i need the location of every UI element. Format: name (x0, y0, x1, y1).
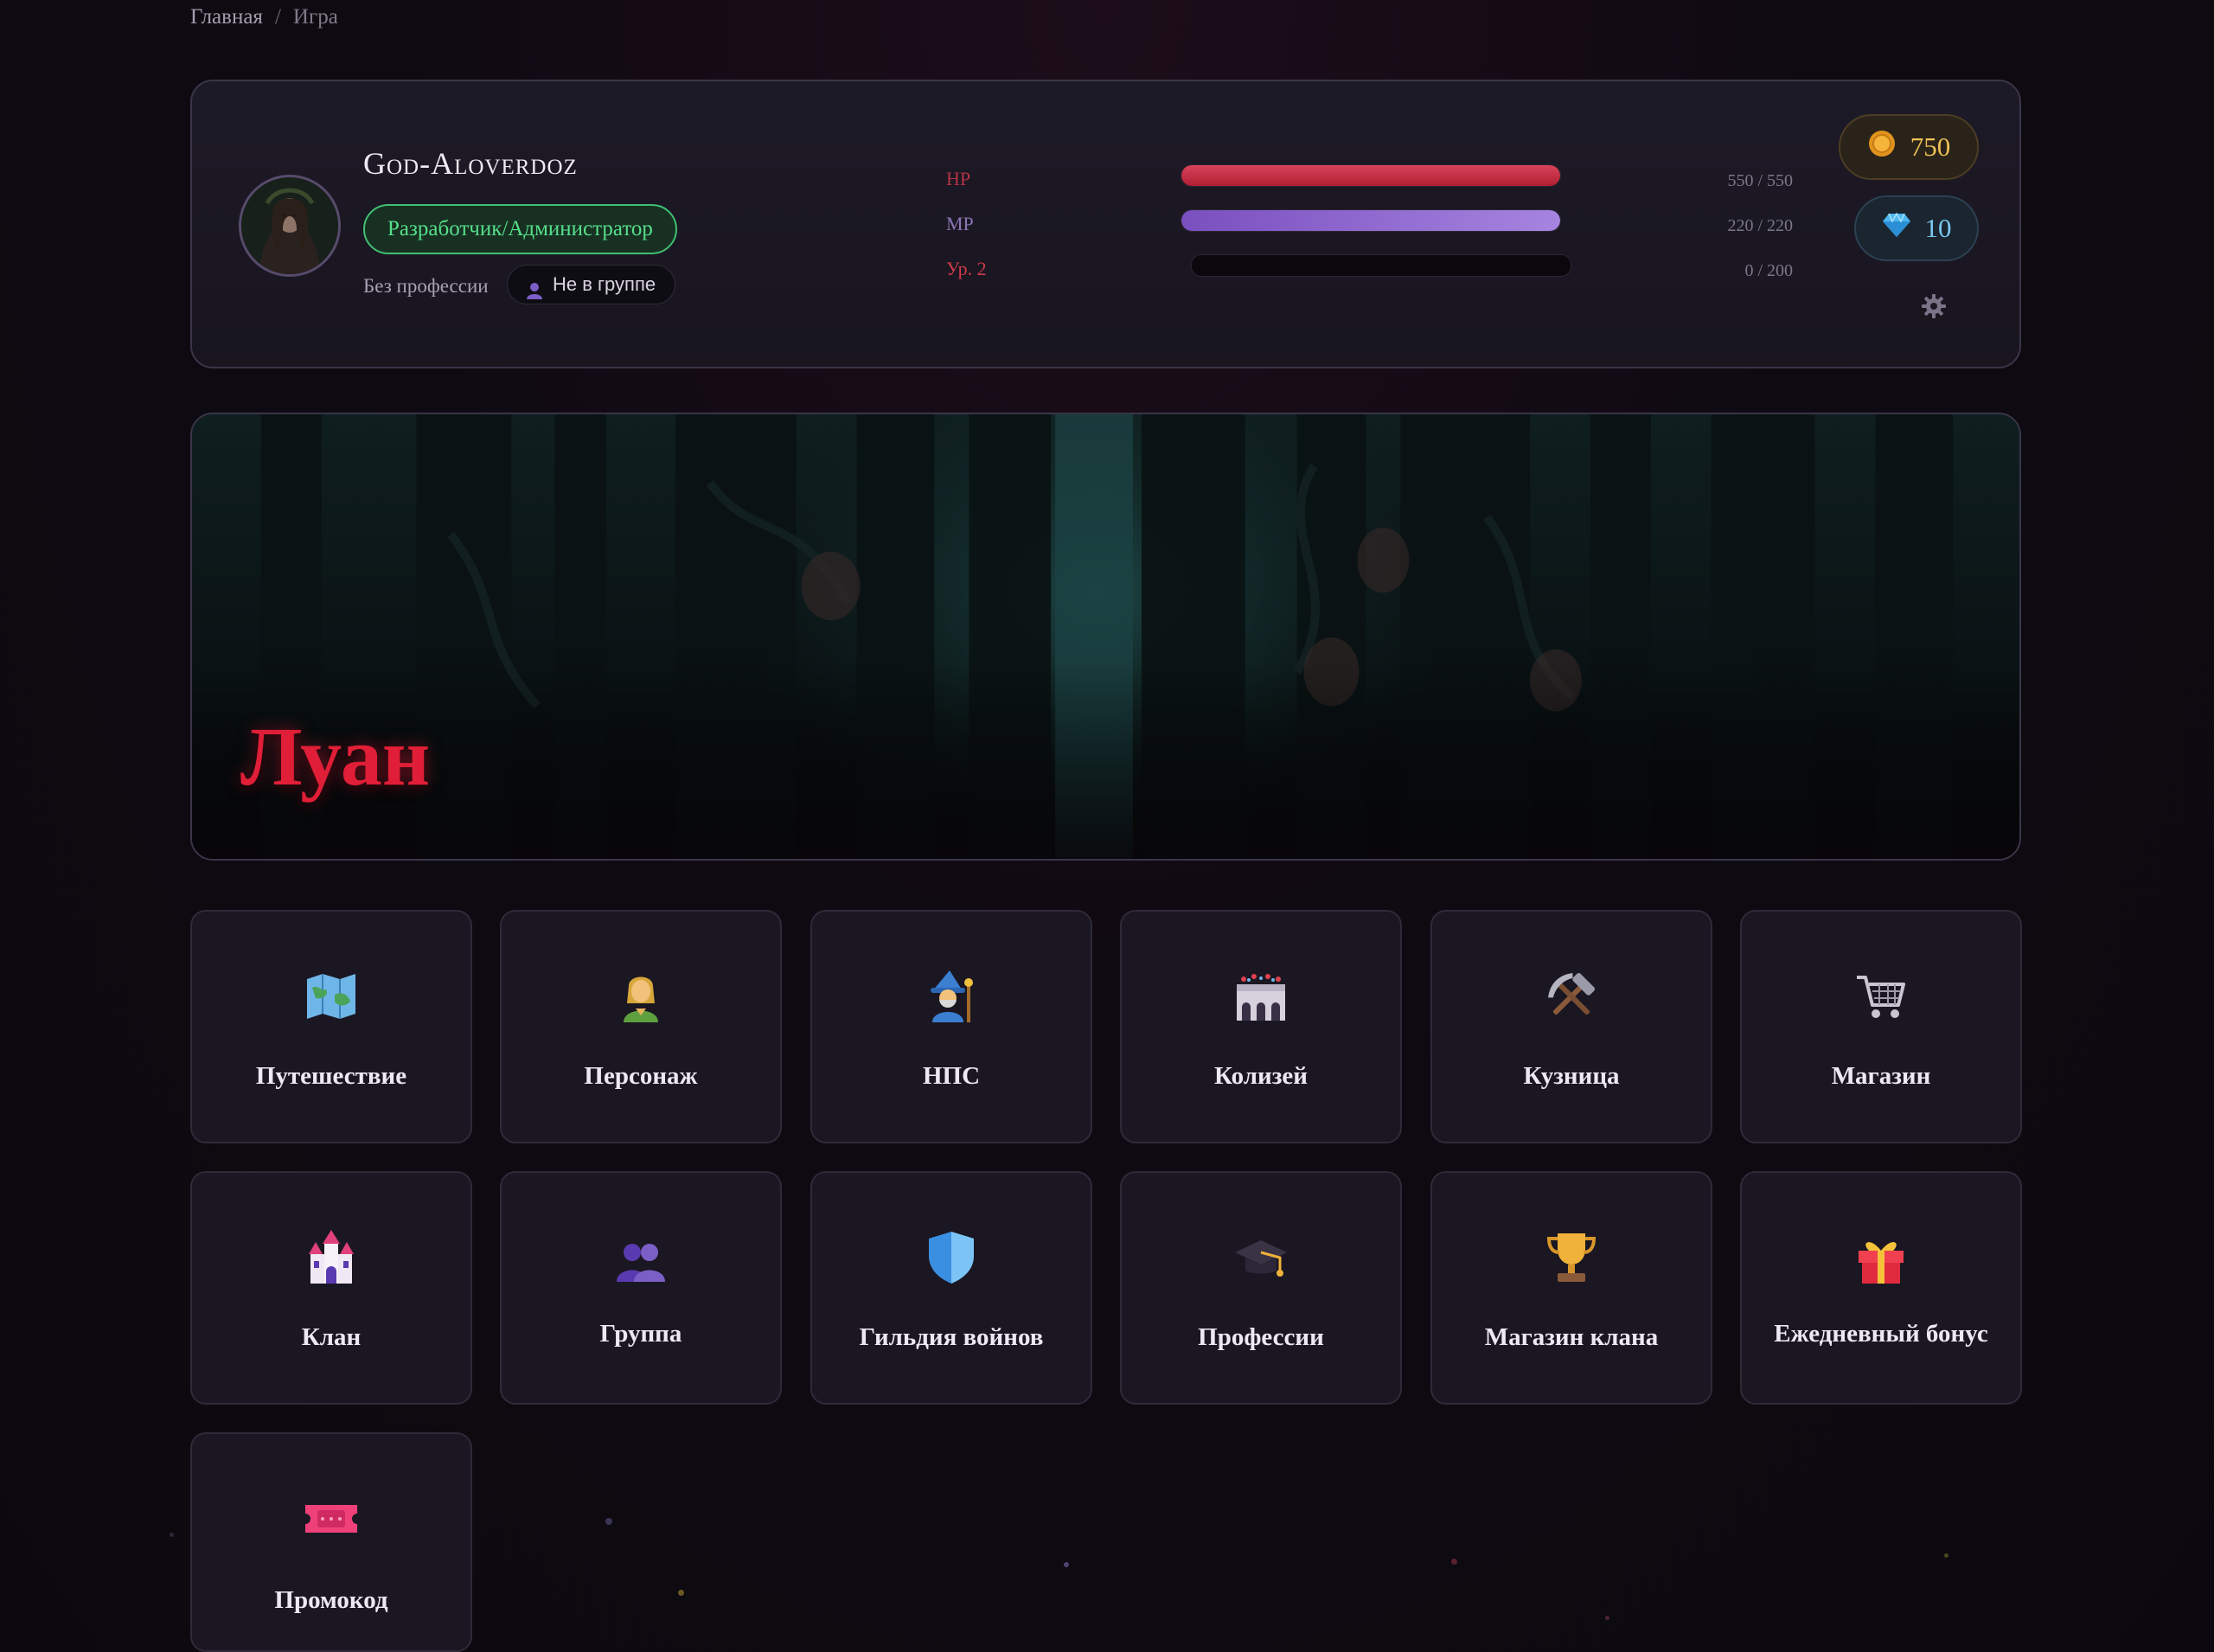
group-status-label: Не в группе (553, 273, 656, 295)
hp-bar (1181, 164, 1561, 187)
menu-tile-label: Персонаж (584, 1062, 698, 1090)
menu-tile-professions[interactable]: Профессии (1120, 1171, 1402, 1405)
menu-tile-character[interactable]: Персонаж (500, 910, 782, 1143)
hammer-pick-icon (1544, 969, 1599, 1024)
menu-tile-label: Группа (599, 1320, 682, 1348)
gold-balance[interactable]: 750 (1839, 114, 1979, 180)
menu-tile-label: Колизей (1214, 1062, 1308, 1090)
person-icon (525, 275, 544, 299)
shield-icon (924, 1230, 979, 1285)
menu-tile-label: Ежедневный бонус (1774, 1320, 1988, 1348)
map-icon (304, 969, 359, 1024)
character-icon (613, 969, 669, 1024)
menu-tile-label: Путешествие (255, 1062, 407, 1090)
menu-tile-npc[interactable]: НПС (810, 910, 1092, 1143)
colosseum-icon (1233, 969, 1289, 1024)
menu-tile-forge[interactable]: Кузница (1430, 910, 1712, 1143)
menu-tile-group[interactable]: Группа (500, 1171, 782, 1405)
hp-bar-fill (1181, 165, 1560, 186)
level-label: Ур. 2 (946, 258, 987, 279)
gem-icon (1882, 212, 1911, 245)
gem-balance[interactable]: 10 (1854, 195, 1979, 261)
sparkle (605, 1518, 612, 1525)
coin-icon (1867, 129, 1897, 165)
forest-scene-image (192, 414, 2019, 859)
sparkle (170, 1533, 174, 1537)
menu-tile-clan-shop[interactable]: Магазин клана (1430, 1171, 1712, 1405)
menu-tile-clan[interactable]: Клан (190, 1171, 472, 1405)
castle-icon (304, 1230, 359, 1285)
settings-gear-icon[interactable] (1921, 293, 1947, 319)
sparkle (1064, 1562, 1069, 1567)
group-icon (613, 1230, 669, 1285)
player-name: God-Aloverdoz (363, 146, 578, 181)
gold-amount: 750 (1910, 131, 1951, 162)
breadcrumb-current: Игра (292, 5, 338, 29)
menu-tile-travel[interactable]: Путешествие (190, 910, 472, 1143)
menu-tile-label: Кузница (1523, 1062, 1620, 1090)
hp-value: 550 / 550 (1727, 171, 1793, 190)
xp-value: 0 / 200 (1744, 261, 1793, 280)
hp-label: HP (946, 168, 971, 189)
menu-tile-promo-code[interactable]: Промокод (190, 1432, 472, 1652)
breadcrumb-home-link[interactable]: Главная (190, 5, 263, 29)
location-banner: Луан (190, 413, 2021, 861)
breadcrumb: Главная / Игра (190, 5, 338, 29)
menu-tile-label: Гильдия войнов (859, 1323, 1044, 1351)
menu-tile-label: Магазин (1831, 1062, 1931, 1090)
menu-tile-shop[interactable]: Магазин (1740, 910, 2022, 1143)
avatar[interactable] (239, 175, 341, 277)
menu-tile-label: НПС (922, 1062, 981, 1090)
xp-bar (1191, 254, 1571, 277)
cart-icon (1853, 969, 1909, 1024)
breadcrumb-separator: / (274, 5, 281, 29)
sparkle (1605, 1616, 1609, 1620)
menu-tile-label: Магазин клана (1484, 1323, 1659, 1351)
ticket-icon (304, 1491, 359, 1546)
menu-tile-daily-bonus[interactable]: Ежедневный бонус (1740, 1171, 2022, 1405)
mp-bar-fill (1181, 210, 1560, 231)
sparkle (1451, 1559, 1457, 1565)
sparkle (678, 1590, 684, 1596)
mp-bar (1181, 209, 1561, 232)
menu-tile-colosseum[interactable]: Колизей (1120, 910, 1402, 1143)
gift-icon (1853, 1230, 1909, 1285)
menu-tile-label: Профессии (1198, 1323, 1324, 1351)
profession-text: Без профессии (363, 275, 489, 297)
location-name: Луан (240, 710, 431, 803)
menu-tile-label: Промокод (274, 1586, 388, 1614)
graduation-cap-icon (1233, 1230, 1289, 1285)
mp-value: 220 / 220 (1727, 216, 1793, 235)
sparkle (1944, 1553, 1948, 1558)
gem-amount: 10 (1924, 213, 1952, 243)
role-badge: Разработчик/Администратор (363, 204, 677, 254)
menu-tile-warriors-guild[interactable]: Гильдия войнов (810, 1171, 1092, 1405)
group-status-pill[interactable]: Не в группе (507, 265, 676, 304)
player-header-card: God-Aloverdoz Разработчик/Администратор … (190, 80, 2021, 368)
menu-tile-label: Клан (301, 1323, 362, 1351)
trophy-icon (1544, 1230, 1599, 1285)
wizard-icon (924, 969, 979, 1024)
mp-label: MP (946, 213, 974, 234)
